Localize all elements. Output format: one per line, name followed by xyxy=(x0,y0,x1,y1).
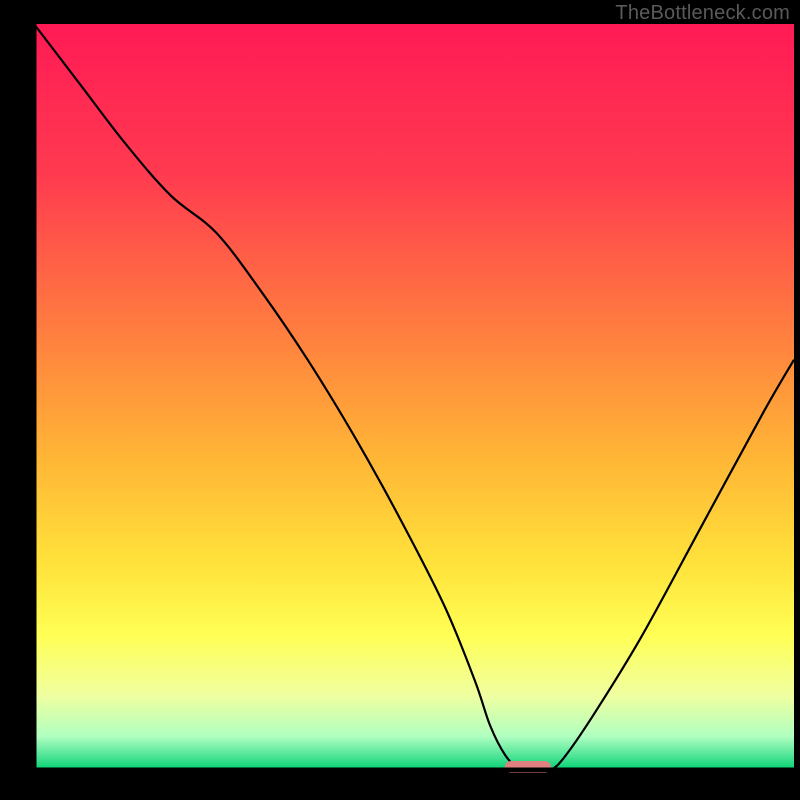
chart-container: TheBottleneck.com xyxy=(0,0,800,800)
optimal-range-marker xyxy=(505,761,551,773)
bottleneck-curve xyxy=(34,24,794,770)
plot-area xyxy=(34,24,794,770)
watermark-text: TheBottleneck.com xyxy=(615,2,790,25)
